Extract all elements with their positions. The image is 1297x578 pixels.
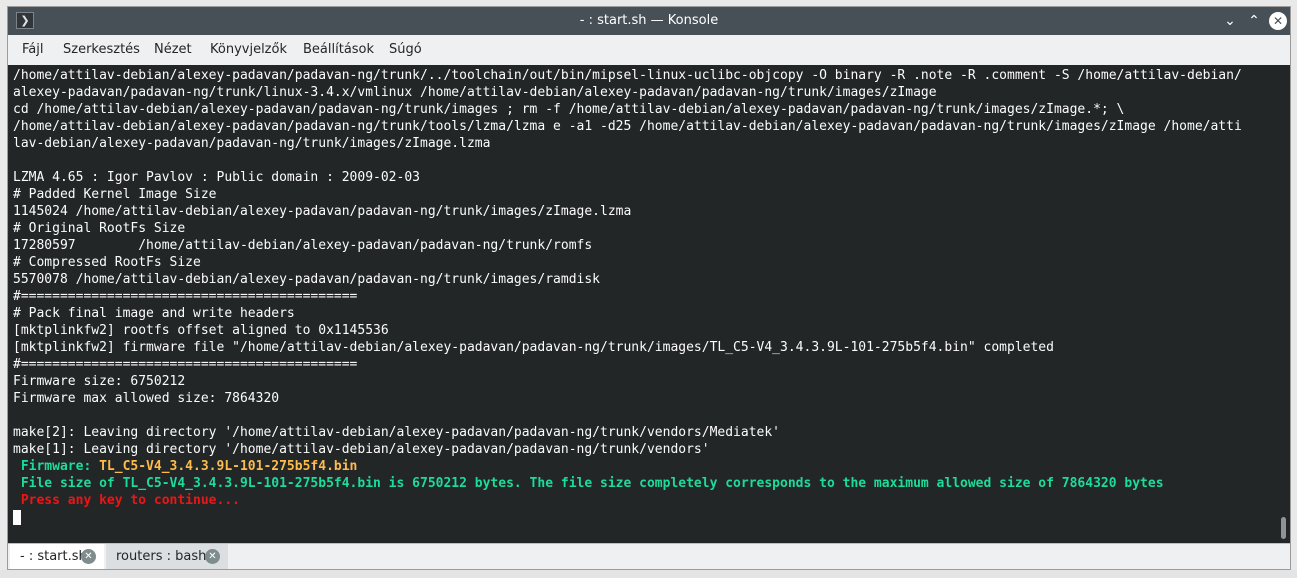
terminal-line: [mktplinkfw2] firmware file "/home/attil… [13, 340, 1054, 355]
cursor-line [13, 509, 1242, 526]
konsole-window: ❯ - : start.sh — Konsole ⌄ ⌃ ✕ Fájl Szer… [7, 6, 1291, 570]
tab-bar: - : start.sh ✕ routers : bash ✕ [8, 543, 1290, 569]
terminal-line: # Padded Kernel Image Size [13, 187, 217, 202]
firmware-filename: TL_C5-V4_3.4.3.9L-101-275b5f4.bin [99, 459, 358, 474]
terminal-view[interactable]: /home/attilav-debian/alexey-padavan/pada… [8, 65, 1290, 543]
close-window-button[interactable]: ✕ [1269, 12, 1287, 30]
scrollbar-thumb[interactable] [1281, 517, 1286, 539]
menu-edit[interactable]: Szerkesztés [63, 35, 140, 65]
menu-settings[interactable]: Beállítások [303, 35, 374, 65]
maximize-button[interactable]: ⌃ [1245, 12, 1263, 30]
menu-file[interactable]: Fájl [22, 35, 43, 65]
window-title: - : start.sh — Konsole [579, 13, 719, 28]
menu-help[interactable]: Súgó [389, 35, 422, 65]
terminal-output: /home/attilav-debian/alexey-padavan/pada… [13, 67, 1242, 526]
tab-label: routers : bash [116, 549, 207, 564]
terminal-line: /home/attilav-debian/alexey-padavan/pada… [13, 119, 1242, 134]
menu-bar: Fájl Szerkesztés Nézet Könyvjelzők Beáll… [8, 35, 1290, 65]
terminal-line: #=======================================… [13, 357, 358, 372]
minimize-button[interactable]: ⌄ [1221, 12, 1239, 30]
terminal-line: cd /home/attilav-debian/alexey-padavan/p… [13, 102, 1125, 117]
terminal-line: #=======================================… [13, 289, 358, 304]
terminal-line: make[1]: Leaving directory '/home/attila… [13, 442, 710, 457]
menu-view[interactable]: Nézet [154, 35, 192, 65]
terminal-line: make[2]: Leaving directory '/home/attila… [13, 425, 781, 440]
title-bar[interactable]: ❯ - : start.sh — Konsole ⌄ ⌃ ✕ [8, 7, 1290, 35]
close-tab-icon[interactable]: ✕ [205, 549, 220, 564]
terminal-line: [mktplinkfw2] rootfs offset aligned to 0… [13, 323, 389, 338]
terminal-line: 5570078 /home/attilav-debian/alexey-pada… [13, 272, 600, 287]
terminal-line: LZMA 4.65 : Igor Pavlov : Public domain … [13, 170, 420, 185]
terminal-line: Firmware max allowed size: 7864320 [13, 391, 280, 406]
terminal-line: Firmware size: 6750212 [13, 374, 186, 389]
tab-routers-bash[interactable]: routers : bash ✕ [106, 544, 228, 569]
terminal-line: alexey-padavan/padavan-ng/trunk/linux-3.… [13, 85, 937, 100]
tab-start-sh[interactable]: - : start.sh ✕ [10, 544, 104, 569]
scrollbar[interactable] [1280, 67, 1286, 539]
terminal-line: /home/attilav-debian/alexey-padavan/pada… [13, 68, 1242, 83]
firmware-line: Firmware: TL_C5-V4_3.4.3.9L-101-275b5f4.… [13, 458, 1242, 475]
terminal-line: 1145024 /home/attilav-debian/alexey-pada… [13, 204, 632, 219]
terminal-line: # Original RootFs Size [13, 221, 186, 236]
close-tab-icon[interactable]: ✕ [81, 549, 96, 564]
terminal-line: # Compressed RootFs Size [13, 255, 201, 270]
file-size-message: File size of TL_C5-V4_3.4.3.9L-101-275b5… [13, 476, 1164, 491]
background-desktop-strip [0, 570, 1297, 578]
press-any-key-prompt: Press any key to continue... [13, 493, 240, 508]
tab-label: - : start.sh [20, 549, 87, 564]
terminal-line: # Pack final image and write headers [13, 306, 295, 321]
firmware-label: Firmware: [13, 459, 100, 474]
menu-bookmarks[interactable]: Könyvjelzők [210, 35, 287, 65]
terminal-line: lav-debian/alexey-padavan/padavan-ng/tru… [13, 136, 491, 151]
text-cursor [13, 510, 21, 525]
terminal-line: 17280597 /home/attilav-debian/alexey-pad… [13, 238, 593, 253]
